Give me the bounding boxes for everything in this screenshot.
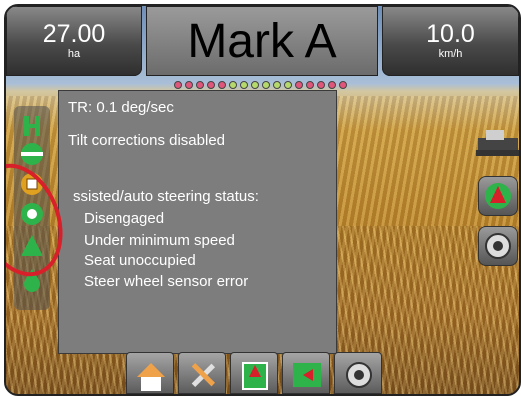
guidance-screen: 27.00 ha Mark A 10.0 km/h TR: 0.1 deg/se…: [4, 4, 521, 396]
lightbar-led: [196, 81, 204, 89]
combine-image: [476, 130, 519, 156]
status-item: Seat unoccupied: [84, 252, 196, 269]
lightbar-led: [306, 81, 314, 89]
lightbar-led: [240, 81, 248, 89]
status-info-panel: TR: 0.1 deg/sec Tilt corrections disable…: [58, 90, 337, 354]
status-item: Steer wheel sensor error: [84, 273, 249, 290]
camera-icon: [346, 362, 372, 388]
lightbar-led: [317, 81, 325, 89]
guidance-button[interactable]: [230, 352, 278, 394]
area-unit: ha: [67, 48, 81, 60]
guidance-icon: [242, 362, 268, 390]
top-status-bar: 27.00 ha Mark A 10.0 km/h: [6, 6, 519, 76]
turn-rate-text: TR: 0.1 deg/sec: [68, 99, 174, 116]
tools-icon: [191, 362, 216, 388]
field-button[interactable]: [282, 352, 330, 394]
area-value: 27.00: [42, 20, 106, 48]
tilt-icon[interactable]: [18, 140, 46, 168]
lightbar-led: [328, 81, 336, 89]
status-item: Disengaged: [84, 210, 165, 227]
camera-view-button[interactable]: [478, 226, 518, 266]
lightbar-led: [174, 81, 182, 89]
lightbar-led: [229, 81, 237, 89]
lightbar-led: [273, 81, 281, 89]
speed-readout[interactable]: 10.0 km/h: [382, 6, 519, 76]
mark-title-box[interactable]: Mark A: [146, 6, 378, 76]
steering-status-heading: ssisted/auto steering status:: [73, 188, 259, 205]
home-icon: [137, 363, 165, 391]
camera-icon: [485, 233, 511, 259]
speed-value: 10.0: [426, 20, 475, 48]
mark-title: Mark A: [187, 15, 337, 68]
lightbar-led: [251, 81, 259, 89]
bottom-toolbar: [126, 352, 400, 394]
north-arrow-icon: [485, 183, 511, 209]
lightbar-led: [262, 81, 270, 89]
lightbar-led: [339, 81, 347, 89]
camera-button[interactable]: [334, 352, 382, 394]
tools-button[interactable]: [178, 352, 226, 394]
steering-engage-icon[interactable]: [18, 112, 46, 140]
field-icon: [293, 363, 321, 387]
lightbar-led: [218, 81, 226, 89]
speed-unit: km/h: [438, 48, 463, 60]
lightbar-led: [207, 81, 215, 89]
lightbar-led: [185, 81, 193, 89]
tilt-status-text: Tilt corrections disabled: [68, 132, 226, 149]
guidance-view-button[interactable]: [478, 176, 518, 216]
area-readout[interactable]: 27.00 ha: [6, 6, 142, 76]
lightbar-led: [295, 81, 303, 89]
home-button[interactable]: [126, 352, 174, 394]
status-item: Under minimum speed: [84, 232, 235, 249]
lightbar-led: [284, 81, 292, 89]
